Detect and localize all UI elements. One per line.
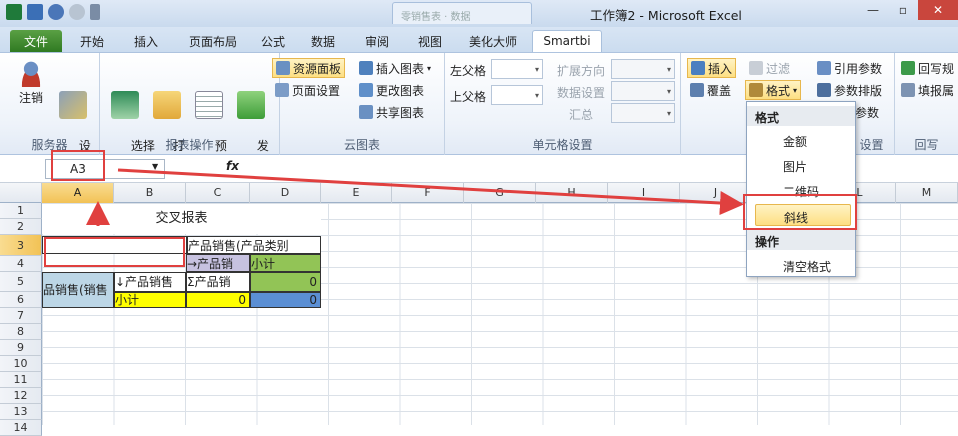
- annotation-arrows: [86, 168, 744, 226]
- arrow-to-diagonal-option: [117, 168, 744, 215]
